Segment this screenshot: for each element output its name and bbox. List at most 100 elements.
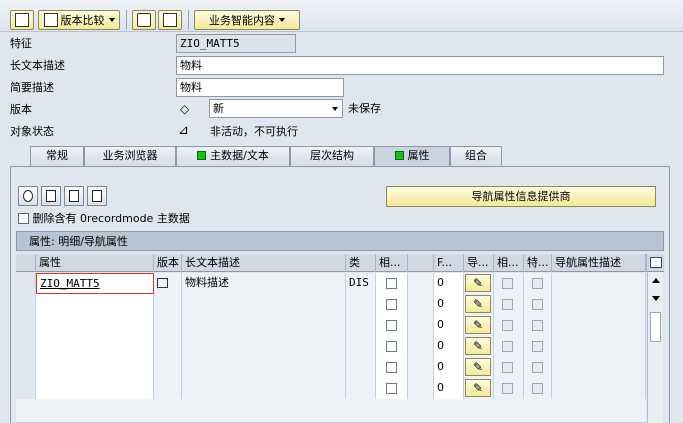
related-checkbox[interactable] xyxy=(386,278,397,289)
nav-key-button[interactable]: ✎ xyxy=(465,358,491,376)
row-selector[interactable] xyxy=(16,315,36,336)
row-selector[interactable] xyxy=(16,273,36,294)
column-header[interactable] xyxy=(408,254,434,272)
table-settings-icon xyxy=(650,257,662,268)
f-cell[interactable]: 0 xyxy=(434,273,464,294)
attribute-cell[interactable] xyxy=(36,336,154,357)
nav-desc-cell xyxy=(552,294,646,315)
f-cell[interactable]: 0 xyxy=(434,357,464,378)
related-checkbox[interactable] xyxy=(386,362,397,373)
business-content-button[interactable]: 业务智能内容 xyxy=(194,10,300,30)
column-header[interactable]: 版本 xyxy=(154,254,182,272)
related2-checkbox xyxy=(502,383,513,394)
nav-cell: ✎ xyxy=(464,336,494,357)
nav-desc-cell xyxy=(552,336,646,357)
f-cell[interactable]: 0 xyxy=(434,378,464,399)
f-cell[interactable]: 0 xyxy=(434,294,464,315)
attribute-cell[interactable] xyxy=(36,294,154,315)
long-desc-input[interactable]: 物料 xyxy=(176,56,664,75)
column-header[interactable]: 相... xyxy=(494,254,524,272)
column-header[interactable]: 相... xyxy=(376,254,408,272)
add-row-button[interactable] xyxy=(87,186,107,206)
table-row[interactable]: ZIO_MATT5 物料描述 DIS 0 ✎ xyxy=(16,273,646,294)
feature-cell xyxy=(524,273,552,294)
table-row[interactable]: 0 ✎ xyxy=(16,378,646,399)
version-select[interactable]: 新 xyxy=(209,99,343,118)
grid-header: 属性 版本 长文本描述 类 相... F... 导... 相... 特... 导… xyxy=(16,254,646,272)
scroll-down-icon[interactable] xyxy=(652,296,660,301)
insert-icon xyxy=(92,190,102,202)
related2-cell xyxy=(494,294,524,315)
scroll-thumb[interactable] xyxy=(650,312,661,342)
grid-scrollbar[interactable] xyxy=(647,272,663,423)
row-selector[interactable] xyxy=(16,294,36,315)
chevron-down-icon xyxy=(108,18,115,22)
related2-checkbox xyxy=(502,299,513,310)
column-header[interactable]: 类 xyxy=(346,254,376,272)
version-cell[interactable] xyxy=(154,273,182,294)
column-header[interactable]: F... xyxy=(434,254,464,272)
tab-general[interactable]: 常规 xyxy=(30,146,84,166)
f-cell[interactable]: 0 xyxy=(434,315,464,336)
row-selector[interactable] xyxy=(16,336,36,357)
blank-cell xyxy=(408,273,434,294)
nav-key-button[interactable]: ✎ xyxy=(465,379,491,397)
f-cell[interactable]: 0 xyxy=(434,336,464,357)
create-button[interactable] xyxy=(41,186,61,206)
find-button[interactable] xyxy=(64,186,84,206)
truck-icon xyxy=(137,13,151,27)
feature-checkbox xyxy=(532,383,543,394)
feature-field: ZIO_MATT5 xyxy=(176,34,296,53)
related2-checkbox xyxy=(502,278,513,289)
nav-key-button[interactable]: ✎ xyxy=(465,337,491,355)
related-cell xyxy=(376,315,408,336)
related-checkbox[interactable] xyxy=(386,320,397,331)
related-cell xyxy=(376,294,408,315)
related-checkbox[interactable] xyxy=(386,299,397,310)
related2-checkbox xyxy=(502,320,513,331)
delete-recordmode-checkbox[interactable] xyxy=(18,213,29,224)
column-header[interactable]: 属性 xyxy=(36,254,154,272)
detail-button[interactable] xyxy=(18,186,38,206)
nav-key-button[interactable]: ✎ xyxy=(465,295,491,313)
table-row[interactable]: 0 ✎ xyxy=(16,336,646,357)
hierarchy-button[interactable] xyxy=(10,10,34,30)
row-selector[interactable] xyxy=(16,378,36,399)
nav-attribute-provider-button[interactable]: 导航属性信息提供商 xyxy=(386,186,656,207)
column-header[interactable]: 特... xyxy=(524,254,552,272)
delete-recordmode-option[interactable]: 删除含有 0recordmode 主数据 xyxy=(18,210,190,228)
row-selector[interactable] xyxy=(16,357,36,378)
version-label: 版本 xyxy=(10,103,32,116)
feature-checkbox xyxy=(532,320,543,331)
column-settings-button[interactable] xyxy=(646,254,664,272)
column-header[interactable]: 导... xyxy=(464,254,494,272)
row-selector-header xyxy=(16,254,36,272)
scroll-up-icon[interactable] xyxy=(652,278,660,283)
transport-button[interactable] xyxy=(132,10,156,30)
tab-attributes[interactable]: 属性 xyxy=(374,146,450,166)
related-checkbox[interactable] xyxy=(386,341,397,352)
short-desc-input[interactable]: 物料 xyxy=(176,78,344,97)
where-used-button[interactable] xyxy=(158,10,182,30)
type-cell: DIS xyxy=(346,273,376,294)
version-cell xyxy=(154,315,182,336)
table-row[interactable]: 0 ✎ xyxy=(16,357,646,378)
version-compare-button[interactable]: 版本比较 xyxy=(38,10,120,30)
attribute-cell[interactable] xyxy=(36,378,154,399)
nav-key-button[interactable]: ✎ xyxy=(465,274,491,292)
attribute-cell[interactable] xyxy=(36,357,154,378)
nav-key-button[interactable]: ✎ xyxy=(465,316,491,334)
tab-business-explorer[interactable]: 业务浏览器 xyxy=(84,146,176,166)
tab-compounding[interactable]: 组合 xyxy=(450,146,502,166)
column-header[interactable]: 长文本描述 xyxy=(182,254,346,272)
copy-icon xyxy=(157,278,168,288)
tab-hierarchy[interactable]: 层次结构 xyxy=(290,146,374,166)
attribute-cell[interactable]: ZIO_MATT5 xyxy=(36,273,154,294)
attribute-cell[interactable] xyxy=(36,315,154,336)
column-header[interactable]: 导航属性描述 xyxy=(552,254,646,272)
chevron-down-icon xyxy=(279,18,285,22)
table-row[interactable]: 0 ✎ xyxy=(16,315,646,336)
related-checkbox[interactable] xyxy=(386,383,397,394)
tab-master-data-text[interactable]: 主数据/文本 xyxy=(176,146,290,166)
table-row[interactable]: 0 ✎ xyxy=(16,294,646,315)
